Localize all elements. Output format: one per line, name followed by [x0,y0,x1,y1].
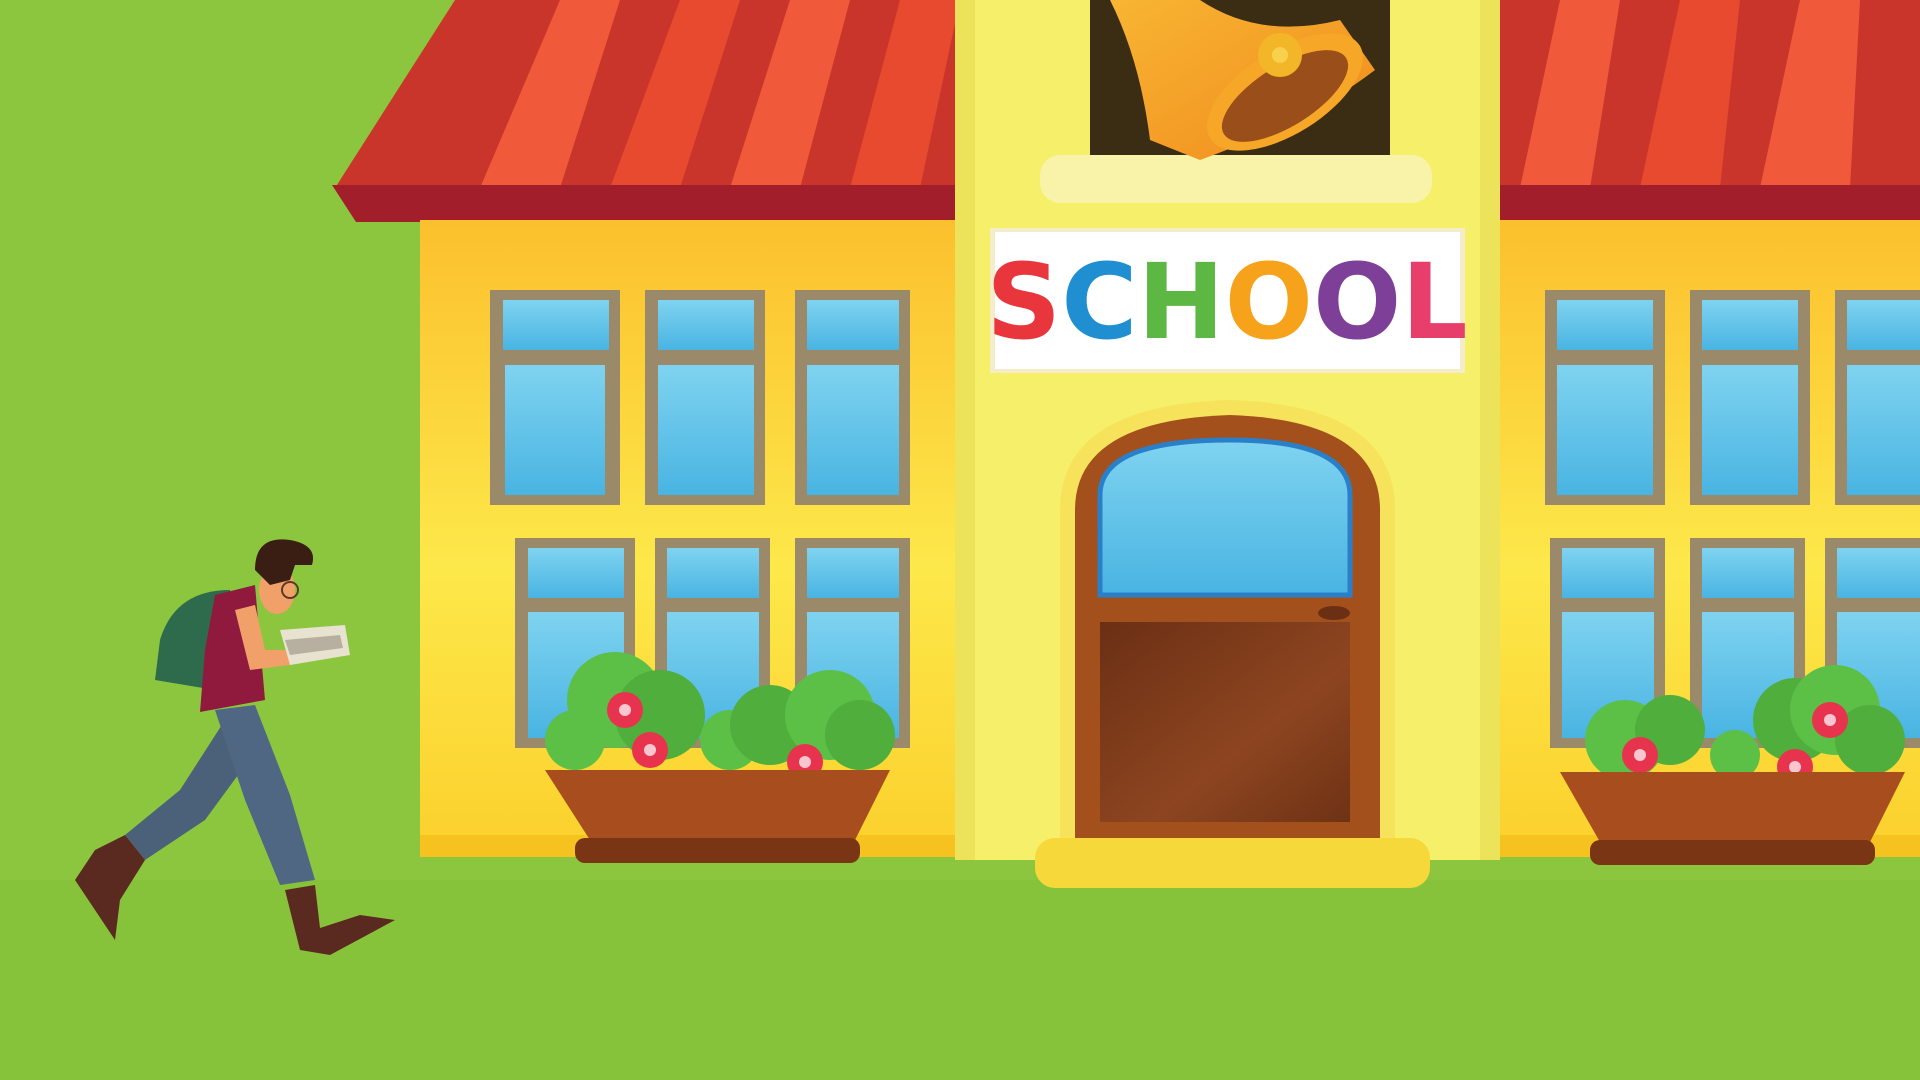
window [1545,290,1665,505]
sign-letter-c: C [1061,241,1137,363]
flower-icon [632,732,668,768]
door-handle [1318,606,1350,620]
window [1690,290,1810,505]
planter-box [545,770,890,840]
sign-letter-o2: O [1313,241,1401,363]
window [1835,290,1920,505]
planter-base [575,838,860,863]
window [645,290,765,505]
sign-text: SCHOOL [986,241,1467,363]
tower-ledge [1040,155,1432,203]
planter-base [1590,840,1875,865]
school-scene: SCHOOL [0,0,1920,1080]
scene-svg: SCHOOL [0,0,1920,1080]
sign-letter-o1: O [1225,241,1313,363]
window [490,290,620,505]
left-windows-top [490,290,910,505]
planter-box [1560,772,1905,842]
flower-icon [1622,737,1658,773]
sign-letter-l: L [1401,241,1467,363]
flower-icon [607,692,643,728]
door-panel [1100,622,1350,822]
ground-strip [0,880,1920,1080]
sign-letter-h: H [1138,241,1225,363]
door-step [1035,838,1430,888]
window [795,290,910,505]
door-window [1097,437,1353,598]
sign-letter-s: S [986,241,1061,363]
right-windows-top [1545,290,1920,505]
school-door [1035,400,1430,888]
school-sign: SCHOOL [986,228,1468,373]
flower-icon [1812,702,1848,738]
